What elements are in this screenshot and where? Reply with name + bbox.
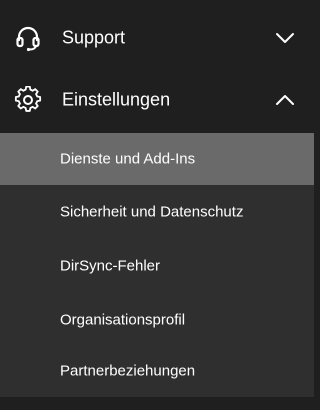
nav-group-label: Einstellungen xyxy=(62,89,171,110)
submenu-item-organization-profile[interactable]: Organisationsprofil xyxy=(0,293,314,347)
submenu-item-services-addins[interactable]: Dienste und Add-Ins xyxy=(0,133,314,185)
submenu-item-dirsync-errors[interactable]: DirSync-Fehler xyxy=(0,239,314,293)
submenu-item-security-privacy[interactable]: Sicherheit und Datenschutz xyxy=(0,185,314,239)
submenu-item-label: Partnerbeziehungen xyxy=(60,362,196,380)
submenu-item-label: Organisationsprofil xyxy=(60,311,186,329)
submenu-item-label: Dienste und Add-Ins xyxy=(60,150,196,168)
nav-group-support[interactable]: Support xyxy=(0,7,314,69)
menu-bottom-edge xyxy=(0,397,314,410)
nav-group-settings[interactable]: Einstellungen xyxy=(0,69,314,131)
submenu-item-label: Sicherheit und Datenschutz xyxy=(60,203,244,221)
submenu-item-label: DirSync-Fehler xyxy=(60,257,161,275)
submenu-item-partner-relationships[interactable]: Partnerbeziehungen xyxy=(0,345,314,397)
admin-navigation-menu: Support Einstellungen Dienste und Add-In… xyxy=(0,0,314,410)
gear-icon xyxy=(14,86,42,112)
settings-submenu: Dienste und Add-Ins Sicherheit und Daten… xyxy=(0,133,314,397)
chevron-down-icon xyxy=(276,33,294,43)
nav-group-label: Support xyxy=(62,27,126,48)
headset-icon xyxy=(16,26,40,52)
chevron-up-icon xyxy=(276,95,294,105)
